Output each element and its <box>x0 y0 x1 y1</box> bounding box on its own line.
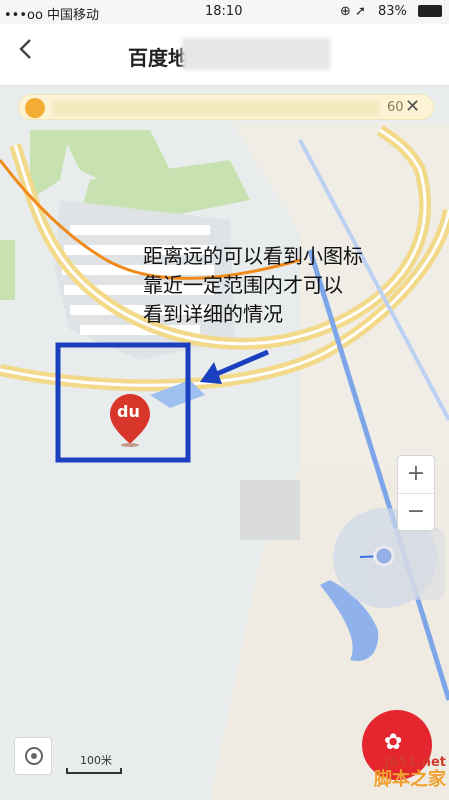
poi-label: du <box>117 402 140 421</box>
annotation-line-1: 距离远的可以看到小图标 <box>143 244 363 268</box>
blurred-tip-text <box>53 101 379 115</box>
map-scale: 100米 <box>66 752 122 774</box>
nav-bar: 百度地 <box>0 24 449 86</box>
watermark: jb51.net 脚本之家 <box>360 755 446 790</box>
locate-button[interactable] <box>14 737 52 775</box>
blurred-title <box>182 38 330 70</box>
crosshair-icon <box>25 747 43 765</box>
battery-level: 83% <box>378 4 407 19</box>
lightbulb-icon <box>25 98 45 118</box>
zoom-control: + − <box>397 455 435 531</box>
baidu-poi-marker[interactable]: du <box>108 392 152 448</box>
battery-icon <box>418 5 442 17</box>
tip-text: 60 <box>387 100 404 115</box>
scale-label: 100米 <box>80 754 112 767</box>
carrier-signal: •••oo 中国移动 <box>4 8 100 23</box>
chevron-left-icon <box>19 39 31 59</box>
watermark-url: jb51.net <box>384 755 446 770</box>
watermark-name: 脚本之家 <box>374 769 446 790</box>
back-button[interactable] <box>18 38 32 65</box>
gift-icon: ✿ <box>384 730 403 755</box>
page-title: 百度地 <box>128 46 188 70</box>
annotation-line-3: 看到详细的情况 <box>143 302 283 326</box>
map-canvas[interactable] <box>0 122 449 800</box>
location-icon: ⊕ ➚ <box>340 4 366 19</box>
tip-bar[interactable]: 60 ✕ <box>18 94 434 120</box>
annotation-line-2: 靠近一定范围内才可以 <box>143 273 343 297</box>
annotation-text: 距离远的可以看到小图标 靠近一定范围内才可以 看到详细的情况 <box>143 242 363 329</box>
status-bar: •••oo 中国移动 18:10 ⊕ ➚ 83% <box>0 0 449 24</box>
status-time: 18:10 <box>205 4 243 19</box>
close-icon[interactable]: ✕ <box>405 96 420 117</box>
zoom-out-button[interactable]: − <box>398 493 434 530</box>
zoom-in-button[interactable]: + <box>398 456 434 493</box>
scale-bar <box>66 768 122 774</box>
